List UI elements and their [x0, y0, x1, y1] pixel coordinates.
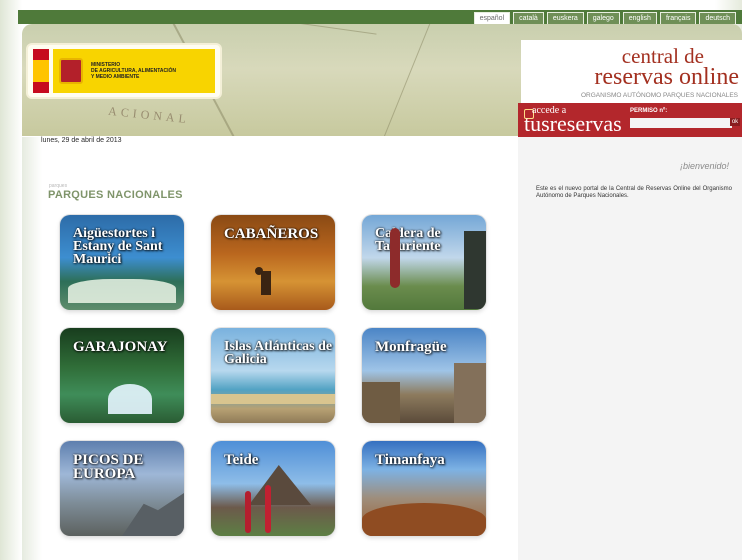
park-card-aiguestortes[interactable]: Aigüestortes i Estany de Sant Maurici [60, 215, 184, 310]
cliff-shape [362, 382, 400, 423]
lang-tab-ca[interactable]: català [513, 12, 544, 24]
central-reservas-logo[interactable]: central de reservas online ORGANISMO AUT… [521, 40, 742, 104]
park-card-title: GARAJONAY [73, 339, 168, 355]
map-line [380, 24, 435, 136]
lang-tab-gl[interactable]: galego [586, 12, 620, 24]
intro-text: Este es el nuevo portal de la Central de… [536, 186, 732, 199]
waterfall-shape [108, 384, 152, 414]
park-card-cabaneros[interactable]: CABAÑEROS [211, 215, 335, 310]
ministry-badge: MINISTERIO DE AGRICULTURA, ALIMENTACIÓN … [53, 49, 215, 93]
ministry-line: Y MEDIO AMBIENTE [91, 74, 140, 80]
volcano-shape [249, 465, 311, 505]
park-card-teide[interactable]: Teide [211, 441, 335, 536]
ministry-text: MINISTERIO DE AGRICULTURA, ALIMENTACIÓN … [91, 62, 176, 80]
map-text: ACIONAL [107, 103, 191, 127]
map-line [267, 24, 377, 35]
park-card-title: Monfragüe [375, 339, 447, 355]
current-date: lunes, 29 de abril de 2013 [41, 137, 122, 144]
permiso-input[interactable] [630, 118, 732, 128]
rock-shape [464, 231, 486, 309]
tajinaste-shape [390, 228, 400, 288]
lava-field-shape [362, 503, 486, 536]
park-card-title: Islas Atlánticas de Galicia [224, 339, 333, 367]
park-card-caldera-de-taburiente[interactable]: Caldera de Taburiente [362, 215, 486, 310]
park-card-title: CABAÑEROS [224, 226, 319, 242]
welcome-text: ¡bienvenido! [679, 161, 729, 171]
section-title: PARQUES NACIONALES [48, 189, 183, 201]
park-card-title: Timanfaya [375, 452, 445, 468]
permiso-label: PERMISO nº: [630, 108, 668, 114]
park-card-picos-de-europa[interactable]: PICOS DE EUROPA [60, 441, 184, 536]
login-panel: accede a tusreservas PERMISO nº: ok [518, 103, 742, 137]
language-tabs: español català euskera galego english fr… [473, 12, 736, 24]
park-card-title: PICOS DE EUROPA [73, 452, 144, 482]
park-card-islas-atlanticas[interactable]: Islas Atlánticas de Galicia [211, 328, 335, 423]
lang-tab-en[interactable]: english [622, 12, 657, 24]
deer-shape [261, 271, 271, 295]
lang-tab-de[interactable]: deutsch [699, 12, 736, 24]
wildflowers-shape [68, 279, 176, 303]
coat-of-arms-icon [59, 58, 83, 84]
ministry-logo[interactable]: MINISTERIO DE AGRICULTURA, ALIMENTACIÓN … [28, 45, 220, 97]
beach-shape [211, 394, 335, 404]
central-subtitle: ORGANISMO AUTÓNOMO PARQUES NACIONALES [581, 92, 738, 99]
spain-flag-icon [33, 49, 49, 93]
mountain-shape [122, 493, 184, 536]
tusreservas-label: tusreservas [524, 111, 622, 136]
cliff-shape [454, 363, 486, 423]
park-card-timanfaya[interactable]: Timanfaya [362, 441, 486, 536]
tajinaste-shape [245, 491, 251, 533]
deer-head-shape [255, 267, 263, 275]
go-button[interactable]: ok [730, 118, 740, 126]
park-card-monfrague[interactable]: Monfragüe [362, 328, 486, 423]
lang-tab-es[interactable]: español [473, 12, 511, 24]
park-card-title: Teide [224, 452, 259, 468]
lang-tab-eu[interactable]: euskera [546, 12, 584, 24]
central-title-line-2: reservas online [594, 64, 739, 90]
tajinaste-shape [265, 485, 271, 533]
park-card-garajonay[interactable]: GARAJONAY [60, 328, 184, 423]
sidebar: ¡bienvenido! Este es el nuevo portal de … [518, 137, 742, 560]
park-card-title: Aigüestortes i Estany de Sant Maurici [73, 226, 163, 267]
lang-tab-fr[interactable]: français [659, 12, 697, 24]
